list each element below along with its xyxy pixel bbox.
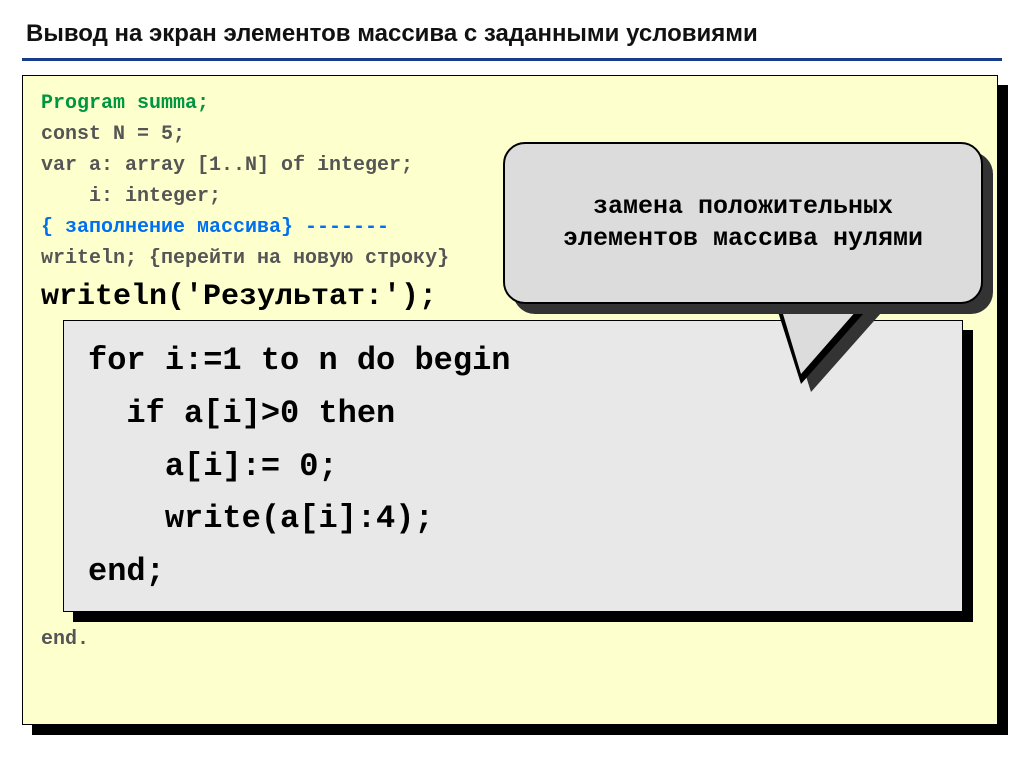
code-line-end: end. [41, 628, 979, 651]
slide-title: Вывод на экран элементов массива с задан… [26, 20, 1002, 48]
slide: Вывод на экран элементов массива с задан… [0, 0, 1024, 768]
title-rule [22, 58, 1002, 61]
code-line-3: var a: array [1..N] of integer; [41, 154, 413, 177]
inner-line-5: end; [88, 553, 165, 590]
inner-line-3: a[i]:= 0; [88, 448, 338, 485]
code-line-2: const N = 5; [41, 123, 185, 146]
code-line-5-comment: { заполнение массива} [41, 216, 293, 239]
inner-line-2: if a[i]>0 then [88, 395, 395, 432]
callout-box: замена положительных элементов массива н… [503, 142, 983, 304]
inner-line-4: write(a[i]:4); [88, 500, 434, 537]
code-line-5-dashes: ------- [293, 216, 389, 239]
callout-text: замена положительных элементов массива н… [533, 191, 953, 256]
inner-line-1: for i:=1 to n do begin [88, 342, 510, 379]
code-block-body: Program summa; const N = 5; var a: array… [22, 75, 998, 725]
code-line-1: Program summa; [41, 92, 209, 115]
code-line-4: i: integer; [41, 185, 221, 208]
callout: замена положительных элементов массива н… [503, 142, 983, 304]
code-block: Program summa; const N = 5; var a: array… [22, 75, 998, 725]
code-line-6: writeln; {перейти на новую строку} [41, 247, 449, 270]
